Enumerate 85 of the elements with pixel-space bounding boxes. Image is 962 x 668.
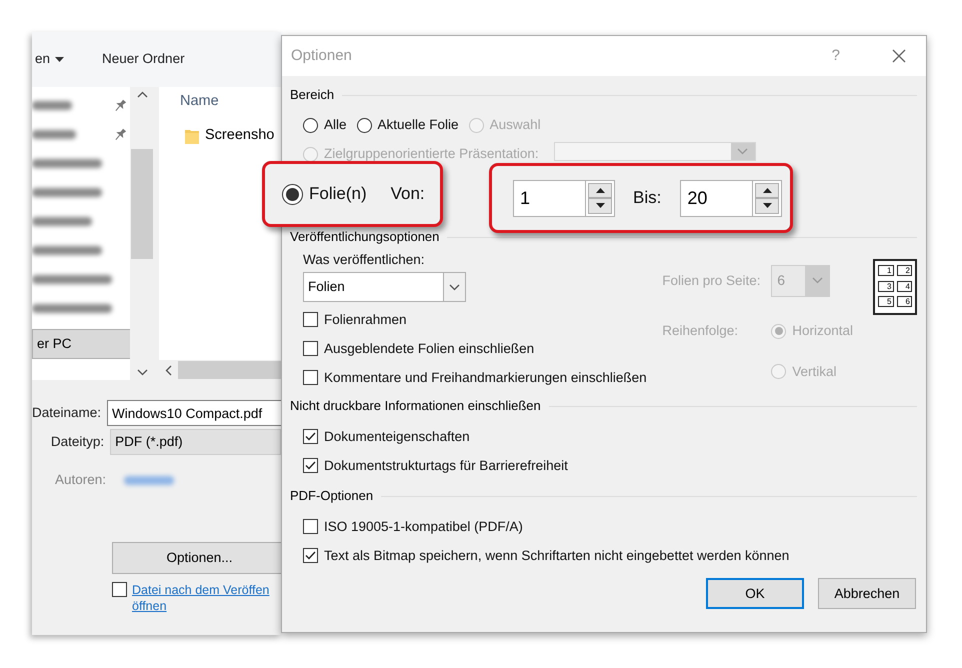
- close-icon: [892, 49, 906, 63]
- filename-field[interactable]: Windows10 Compact.pdf: [107, 400, 281, 426]
- pin-icon: [114, 99, 126, 112]
- dialog-title: Optionen: [291, 47, 353, 65]
- chevron-down-icon: [737, 148, 748, 155]
- checkbox[interactable]: [303, 312, 318, 328]
- field-label: Dateityp:: [50, 434, 104, 450]
- triangle-down-icon: [762, 203, 772, 208]
- checkbox-label: Folienrahmen: [324, 312, 407, 328]
- blurred-value: [124, 476, 174, 484]
- spin-up-button[interactable]: [755, 182, 780, 198]
- chevron-up-icon: [136, 91, 148, 98]
- field-label: Folien pro Seite:: [662, 272, 762, 289]
- section-heading: Bereich: [290, 87, 334, 103]
- radio-label: Alle: [324, 117, 347, 134]
- chevron-down-icon: [136, 369, 148, 376]
- scrollbar-thumb[interactable]: [131, 148, 153, 258]
- blurred-label[interactable]: [32, 188, 102, 197]
- radio-label: Horizontal: [792, 322, 853, 340]
- checkbox[interactable]: [303, 429, 318, 444]
- chevron-down-icon: [449, 284, 460, 291]
- column-header[interactable]: Name: [180, 93, 219, 109]
- blurred-label[interactable]: [32, 246, 102, 255]
- radio-label: Zielgruppenorientierte Präsentation:: [324, 146, 539, 163]
- spin-down-button[interactable]: [755, 198, 780, 214]
- checkbox-label: Kommentare und Freihandmarkierungen einschließen: [324, 370, 647, 386]
- toolbar-menu-button[interactable]: en: [35, 51, 64, 68]
- field-label: Was veröffentlichen:: [303, 252, 425, 267]
- spin-up-button[interactable]: [588, 182, 612, 198]
- field-label: Autoren:: [54, 472, 106, 488]
- section-heading: PDF-Optionen: [290, 488, 374, 504]
- checkbox-label: Dokumentstrukturtags für Barrierefreiheit: [324, 458, 568, 474]
- close-button[interactable]: [892, 49, 906, 63]
- triangle-up-icon: [762, 188, 772, 193]
- checkbox[interactable]: [303, 341, 318, 356]
- options-button[interactable]: Optionen...: [112, 542, 281, 574]
- radio-label: Auswahl: [490, 117, 541, 134]
- number-field[interactable]: 1: [513, 180, 586, 216]
- sidebar-item[interactable]: er PC: [32, 329, 130, 359]
- spin-down-button[interactable]: [588, 198, 612, 214]
- checkbox[interactable]: [112, 582, 127, 597]
- chevron-left-icon: [165, 364, 172, 376]
- checkbox[interactable]: [303, 519, 318, 534]
- pin-icon: [114, 128, 126, 141]
- blurred-label[interactable]: [32, 130, 76, 139]
- field-label: Von:: [390, 184, 425, 204]
- field-label: Bis:: [633, 188, 662, 208]
- radio-label: Aktuelle Folie: [378, 117, 459, 134]
- blurred-label[interactable]: [32, 217, 92, 226]
- radio-label: Vertikal: [792, 364, 836, 380]
- number-field[interactable]: 20: [680, 180, 754, 216]
- file-name[interactable]: Screensho: [205, 127, 274, 144]
- triangle-down-icon: [596, 203, 604, 208]
- folder-icon: [185, 128, 199, 144]
- blurred-label[interactable]: [32, 275, 112, 284]
- publish-dropdown[interactable]: Folien: [303, 272, 466, 302]
- cancel-button[interactable]: Abbrechen: [818, 578, 916, 610]
- field-label: Reihenfolge:: [662, 322, 740, 340]
- radio-label: Folie(n): [309, 184, 367, 204]
- chevron-down-icon: [812, 277, 823, 284]
- checkbox[interactable]: [303, 548, 318, 564]
- blurred-label[interactable]: [32, 159, 102, 168]
- triangle-up-icon: [596, 188, 604, 193]
- radio-button[interactable]: [303, 118, 318, 133]
- blurred-label[interactable]: [32, 304, 112, 313]
- caret-icon: [55, 57, 64, 62]
- checkbox-label: Dokumenteigenschaften: [324, 428, 470, 445]
- filetype-dropdown[interactable]: PDF (*.pdf): [110, 429, 281, 455]
- radio-button[interactable]: [356, 118, 372, 133]
- checkbox-label: ISO 19005-1-kompatibel (PDF/A): [324, 518, 523, 535]
- checkbox[interactable]: [303, 458, 318, 474]
- checkbox[interactable]: [303, 370, 318, 386]
- open-after-link[interactable]: Datei nach dem Veröffen öffnen: [132, 582, 270, 614]
- field-label: Dateiname:: [32, 404, 102, 422]
- ok-button[interactable]: OK: [706, 578, 804, 610]
- toolbar-button[interactable]: Neuer Ordner: [102, 51, 185, 68]
- radio-button[interactable]: [282, 184, 303, 204]
- checkbox-label: Ausgeblendete Folien einschließen: [324, 340, 534, 357]
- section-heading: Nicht druckbare Informationen einschließen: [290, 398, 541, 414]
- checkbox-label: Text als Bitmap speichern, wenn Schriftarten nicht eingebettet werden können: [324, 548, 790, 564]
- scrollbar-thumb[interactable]: [178, 361, 281, 379]
- layout-preview-icon: 1 2 3 4 5 6: [873, 259, 917, 315]
- blurred-label[interactable]: [32, 101, 72, 110]
- per-page-dropdown: 6: [771, 264, 830, 297]
- section-heading: Veröffentlichungsoptionen: [290, 229, 440, 245]
